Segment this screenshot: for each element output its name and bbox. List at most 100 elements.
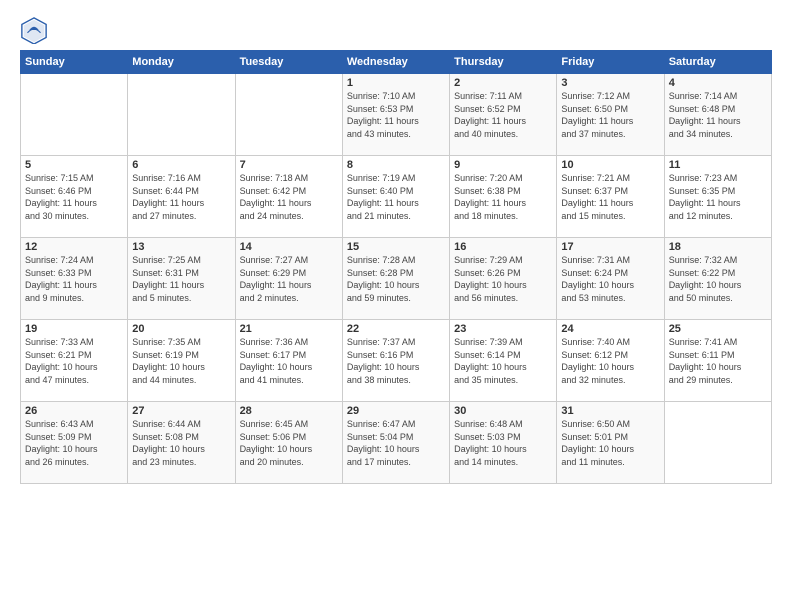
week-row-1: 1Sunrise: 7:10 AM Sunset: 6:53 PM Daylig… <box>21 74 772 156</box>
week-row-2: 5Sunrise: 7:15 AM Sunset: 6:46 PM Daylig… <box>21 156 772 238</box>
weekday-header-sunday: Sunday <box>21 51 128 74</box>
day-cell: 31Sunrise: 6:50 AM Sunset: 5:01 PM Dayli… <box>557 402 664 484</box>
weekday-header-wednesday: Wednesday <box>342 51 449 74</box>
day-cell: 14Sunrise: 7:27 AM Sunset: 6:29 PM Dayli… <box>235 238 342 320</box>
day-cell: 13Sunrise: 7:25 AM Sunset: 6:31 PM Dayli… <box>128 238 235 320</box>
day-info: Sunrise: 6:45 AM Sunset: 5:06 PM Dayligh… <box>240 418 338 468</box>
day-cell: 9Sunrise: 7:20 AM Sunset: 6:38 PM Daylig… <box>450 156 557 238</box>
day-cell: 20Sunrise: 7:35 AM Sunset: 6:19 PM Dayli… <box>128 320 235 402</box>
day-info: Sunrise: 7:37 AM Sunset: 6:16 PM Dayligh… <box>347 336 445 386</box>
day-info: Sunrise: 7:35 AM Sunset: 6:19 PM Dayligh… <box>132 336 230 386</box>
day-cell: 23Sunrise: 7:39 AM Sunset: 6:14 PM Dayli… <box>450 320 557 402</box>
day-cell: 28Sunrise: 6:45 AM Sunset: 5:06 PM Dayli… <box>235 402 342 484</box>
day-cell: 18Sunrise: 7:32 AM Sunset: 6:22 PM Dayli… <box>664 238 771 320</box>
weekday-header-tuesday: Tuesday <box>235 51 342 74</box>
day-cell: 3Sunrise: 7:12 AM Sunset: 6:50 PM Daylig… <box>557 74 664 156</box>
weekday-row: SundayMondayTuesdayWednesdayThursdayFrid… <box>21 51 772 74</box>
day-info: Sunrise: 7:29 AM Sunset: 6:26 PM Dayligh… <box>454 254 552 304</box>
day-cell <box>21 74 128 156</box>
week-row-5: 26Sunrise: 6:43 AM Sunset: 5:09 PM Dayli… <box>21 402 772 484</box>
day-number: 17 <box>561 241 659 253</box>
day-info: Sunrise: 7:16 AM Sunset: 6:44 PM Dayligh… <box>132 172 230 222</box>
day-number: 1 <box>347 77 445 89</box>
day-info: Sunrise: 7:39 AM Sunset: 6:14 PM Dayligh… <box>454 336 552 386</box>
day-info: Sunrise: 7:23 AM Sunset: 6:35 PM Dayligh… <box>669 172 767 222</box>
day-cell: 6Sunrise: 7:16 AM Sunset: 6:44 PM Daylig… <box>128 156 235 238</box>
day-cell: 24Sunrise: 7:40 AM Sunset: 6:12 PM Dayli… <box>557 320 664 402</box>
calendar-header: SundayMondayTuesdayWednesdayThursdayFrid… <box>21 51 772 74</box>
day-number: 14 <box>240 241 338 253</box>
day-cell: 12Sunrise: 7:24 AM Sunset: 6:33 PM Dayli… <box>21 238 128 320</box>
day-cell: 26Sunrise: 6:43 AM Sunset: 5:09 PM Dayli… <box>21 402 128 484</box>
day-number: 30 <box>454 405 552 417</box>
day-info: Sunrise: 6:44 AM Sunset: 5:08 PM Dayligh… <box>132 418 230 468</box>
day-info: Sunrise: 7:15 AM Sunset: 6:46 PM Dayligh… <box>25 172 123 222</box>
day-cell: 8Sunrise: 7:19 AM Sunset: 6:40 PM Daylig… <box>342 156 449 238</box>
day-cell: 1Sunrise: 7:10 AM Sunset: 6:53 PM Daylig… <box>342 74 449 156</box>
day-cell: 7Sunrise: 7:18 AM Sunset: 6:42 PM Daylig… <box>235 156 342 238</box>
day-number: 29 <box>347 405 445 417</box>
day-number: 22 <box>347 323 445 335</box>
day-number: 12 <box>25 241 123 253</box>
day-number: 28 <box>240 405 338 417</box>
day-info: Sunrise: 7:20 AM Sunset: 6:38 PM Dayligh… <box>454 172 552 222</box>
day-number: 2 <box>454 77 552 89</box>
day-cell: 29Sunrise: 6:47 AM Sunset: 5:04 PM Dayli… <box>342 402 449 484</box>
day-info: Sunrise: 7:21 AM Sunset: 6:37 PM Dayligh… <box>561 172 659 222</box>
day-info: Sunrise: 7:25 AM Sunset: 6:31 PM Dayligh… <box>132 254 230 304</box>
weekday-header-thursday: Thursday <box>450 51 557 74</box>
day-number: 26 <box>25 405 123 417</box>
day-info: Sunrise: 6:48 AM Sunset: 5:03 PM Dayligh… <box>454 418 552 468</box>
day-cell: 25Sunrise: 7:41 AM Sunset: 6:11 PM Dayli… <box>664 320 771 402</box>
weekday-header-monday: Monday <box>128 51 235 74</box>
day-number: 25 <box>669 323 767 335</box>
day-info: Sunrise: 6:47 AM Sunset: 5:04 PM Dayligh… <box>347 418 445 468</box>
day-cell: 2Sunrise: 7:11 AM Sunset: 6:52 PM Daylig… <box>450 74 557 156</box>
day-info: Sunrise: 6:43 AM Sunset: 5:09 PM Dayligh… <box>25 418 123 468</box>
page: SundayMondayTuesdayWednesdayThursdayFrid… <box>0 0 792 612</box>
day-number: 10 <box>561 159 659 171</box>
calendar-table: SundayMondayTuesdayWednesdayThursdayFrid… <box>20 50 772 484</box>
day-number: 7 <box>240 159 338 171</box>
week-row-3: 12Sunrise: 7:24 AM Sunset: 6:33 PM Dayli… <box>21 238 772 320</box>
day-info: Sunrise: 6:50 AM Sunset: 5:01 PM Dayligh… <box>561 418 659 468</box>
weekday-header-saturday: Saturday <box>664 51 771 74</box>
day-number: 13 <box>132 241 230 253</box>
day-number: 9 <box>454 159 552 171</box>
day-number: 27 <box>132 405 230 417</box>
day-cell: 5Sunrise: 7:15 AM Sunset: 6:46 PM Daylig… <box>21 156 128 238</box>
day-number: 3 <box>561 77 659 89</box>
day-cell: 17Sunrise: 7:31 AM Sunset: 6:24 PM Dayli… <box>557 238 664 320</box>
day-info: Sunrise: 7:40 AM Sunset: 6:12 PM Dayligh… <box>561 336 659 386</box>
day-info: Sunrise: 7:32 AM Sunset: 6:22 PM Dayligh… <box>669 254 767 304</box>
day-number: 11 <box>669 159 767 171</box>
day-cell: 16Sunrise: 7:29 AM Sunset: 6:26 PM Dayli… <box>450 238 557 320</box>
day-number: 5 <box>25 159 123 171</box>
day-cell: 10Sunrise: 7:21 AM Sunset: 6:37 PM Dayli… <box>557 156 664 238</box>
day-cell <box>235 74 342 156</box>
day-info: Sunrise: 7:10 AM Sunset: 6:53 PM Dayligh… <box>347 90 445 140</box>
day-number: 8 <box>347 159 445 171</box>
day-info: Sunrise: 7:28 AM Sunset: 6:28 PM Dayligh… <box>347 254 445 304</box>
day-info: Sunrise: 7:27 AM Sunset: 6:29 PM Dayligh… <box>240 254 338 304</box>
day-number: 24 <box>561 323 659 335</box>
week-row-4: 19Sunrise: 7:33 AM Sunset: 6:21 PM Dayli… <box>21 320 772 402</box>
day-info: Sunrise: 7:31 AM Sunset: 6:24 PM Dayligh… <box>561 254 659 304</box>
day-number: 16 <box>454 241 552 253</box>
day-info: Sunrise: 7:41 AM Sunset: 6:11 PM Dayligh… <box>669 336 767 386</box>
header <box>20 16 772 44</box>
day-cell <box>664 402 771 484</box>
day-number: 19 <box>25 323 123 335</box>
day-info: Sunrise: 7:12 AM Sunset: 6:50 PM Dayligh… <box>561 90 659 140</box>
day-number: 31 <box>561 405 659 417</box>
day-number: 21 <box>240 323 338 335</box>
day-number: 20 <box>132 323 230 335</box>
day-cell: 22Sunrise: 7:37 AM Sunset: 6:16 PM Dayli… <box>342 320 449 402</box>
day-number: 18 <box>669 241 767 253</box>
day-info: Sunrise: 7:19 AM Sunset: 6:40 PM Dayligh… <box>347 172 445 222</box>
day-cell: 11Sunrise: 7:23 AM Sunset: 6:35 PM Dayli… <box>664 156 771 238</box>
day-info: Sunrise: 7:14 AM Sunset: 6:48 PM Dayligh… <box>669 90 767 140</box>
logo-icon <box>20 16 48 44</box>
weekday-header-friday: Friday <box>557 51 664 74</box>
day-info: Sunrise: 7:33 AM Sunset: 6:21 PM Dayligh… <box>25 336 123 386</box>
